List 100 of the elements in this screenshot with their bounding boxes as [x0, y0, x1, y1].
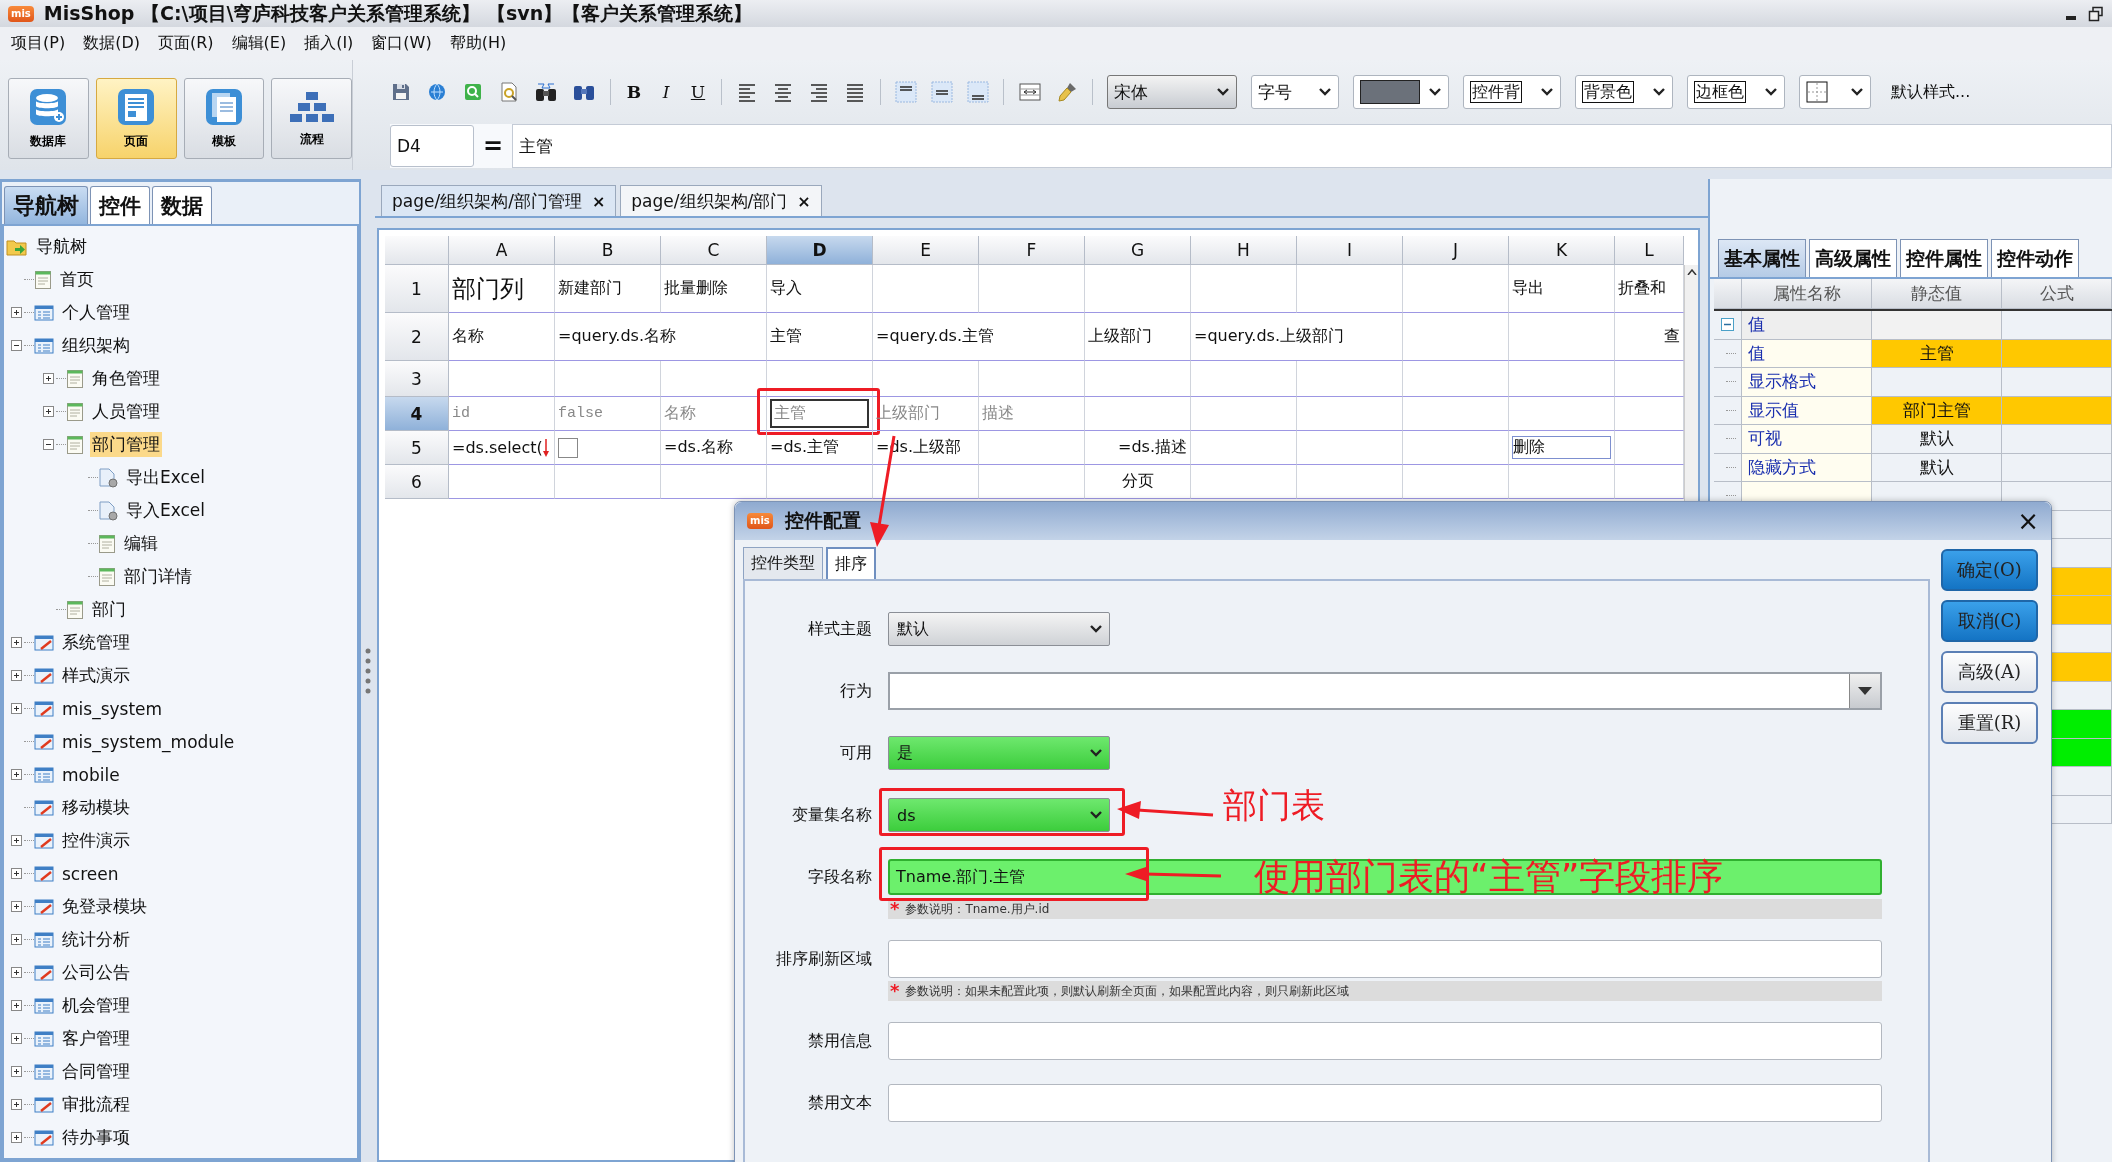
table-cell: =query.ds.名称: [555, 313, 767, 361]
property-value[interactable]: 主管: [1872, 339, 2002, 368]
tree-item[interactable]: 导航树: [34, 234, 89, 259]
tree-item[interactable]: mobile: [60, 763, 122, 786]
menu-item[interactable]: 页面(R): [148, 33, 223, 54]
close-icon[interactable]: ×: [591, 191, 606, 211]
row-header[interactable]: 5: [385, 431, 449, 465]
tree-item[interactable]: 移动模块: [60, 795, 132, 820]
format-button[interactable]: U: [689, 82, 707, 102]
formula-field[interactable]: 主管: [512, 124, 2112, 168]
cell-editor[interactable]: 主管: [770, 399, 869, 428]
panel-tab[interactable]: 数据: [152, 186, 212, 224]
tree-item[interactable]: 审批流程: [60, 1092, 132, 1117]
tree-item[interactable]: mis_system_module: [60, 730, 237, 753]
format-button[interactable]: B: [625, 82, 643, 102]
tree-item[interactable]: 免登录模块: [60, 894, 149, 919]
field-label: 样式主题: [807, 617, 872, 640]
panel-tab[interactable]: 导航树: [4, 186, 88, 224]
property-tab[interactable]: 高级属性: [1809, 239, 1897, 277]
tree-item[interactable]: 人员管理: [90, 399, 162, 424]
dropdown[interactable]: 默认: [888, 612, 1110, 646]
close-button[interactable]: ×: [2017, 506, 2039, 536]
dialog-tab[interactable]: 排序: [826, 547, 876, 579]
property-tab[interactable]: 控件属性: [1900, 239, 1988, 277]
property-group[interactable]: 值: [1742, 311, 1872, 340]
dialog-tab[interactable]: 控件类型: [743, 547, 823, 579]
column-header[interactable]: F: [979, 236, 1085, 265]
row-header[interactable]: 4: [385, 397, 449, 431]
tree-item[interactable]: screen: [60, 862, 121, 885]
format-button[interactable]: I: [657, 82, 675, 102]
property-value[interactable]: 部门主管: [1872, 396, 2002, 425]
property-value[interactable]: 默认: [1872, 425, 2002, 454]
column-header[interactable]: G: [1085, 236, 1191, 265]
tree-item[interactable]: 导入Excel: [124, 498, 208, 523]
tree-item[interactable]: 公司公告: [60, 960, 132, 985]
column-header[interactable]: L: [1615, 236, 1684, 265]
tree-item[interactable]: 部门详情: [122, 564, 194, 589]
tree-item[interactable]: 个人管理: [60, 300, 132, 325]
tree-item[interactable]: 待办事项: [60, 1125, 132, 1150]
menu-item[interactable]: 项目(P): [2, 33, 75, 54]
tree-item[interactable]: 部门管理: [90, 432, 162, 457]
property-name: 显示值: [1742, 396, 1872, 425]
tree-item[interactable]: 客户管理: [60, 1026, 132, 1051]
tree-item[interactable]: 统计分析: [60, 927, 132, 952]
tree-item[interactable]: 编辑: [122, 531, 160, 556]
column-header[interactable]: E: [873, 236, 979, 265]
tree-item[interactable]: 组织架构: [60, 333, 132, 358]
row-header[interactable]: 1: [385, 265, 449, 313]
tree-item[interactable]: 合同管理: [60, 1059, 132, 1084]
row-header[interactable]: 6: [385, 465, 449, 499]
column-header[interactable]: H: [1191, 236, 1297, 265]
tree-item[interactable]: 机会管理: [60, 993, 132, 1018]
menu-item[interactable]: 数据(D): [74, 33, 149, 54]
cell-name-field[interactable]: D4: [390, 125, 474, 167]
mode-button[interactable]: 流程: [271, 78, 352, 159]
mode-button[interactable]: 页面: [95, 78, 177, 159]
column-header[interactable]: I: [1297, 236, 1403, 265]
property-value[interactable]: 默认: [1872, 453, 2002, 482]
table-cell: 上级部门: [1085, 313, 1191, 361]
column-header[interactable]: K: [1509, 236, 1615, 265]
dialog-button[interactable]: 高级(A): [1941, 651, 2038, 693]
row-header[interactable]: 3: [385, 361, 449, 397]
dropdown[interactable]: ds: [888, 798, 1110, 832]
cell-button[interactable]: 删除: [1512, 436, 1611, 459]
panel-tab[interactable]: 控件: [90, 186, 150, 224]
tree-item[interactable]: mis_system: [60, 697, 165, 720]
menu-item[interactable]: 编辑(E): [222, 33, 296, 54]
tree-item[interactable]: 首页: [58, 267, 96, 292]
editor-tab[interactable]: page/组织架构/部门 ×: [620, 185, 822, 216]
menu-item[interactable]: 插入(I): [295, 33, 363, 54]
tree-item[interactable]: 角色管理: [90, 366, 162, 391]
color-dropdown[interactable]: 控件背: [1463, 75, 1561, 109]
dialog-button[interactable]: 确定(O): [1941, 549, 2038, 591]
font-dropdown[interactable]: 宋体: [1107, 75, 1237, 109]
dialog-button[interactable]: 取消(C): [1941, 600, 2038, 642]
column-header[interactable]: B: [555, 236, 661, 265]
color-dropdown[interactable]: 边框色: [1687, 75, 1785, 109]
dropdown[interactable]: 是: [888, 736, 1110, 770]
size-dropdown[interactable]: 字号: [1251, 75, 1339, 109]
column-header[interactable]: D: [767, 236, 873, 265]
tree-item[interactable]: 导出Excel: [124, 465, 208, 490]
property-tab[interactable]: 基本属性: [1718, 239, 1806, 277]
row-header[interactable]: 2: [385, 313, 449, 361]
column-header[interactable]: A: [449, 236, 555, 265]
column-header[interactable]: C: [661, 236, 767, 265]
property-tab[interactable]: 控件动作: [1991, 239, 2079, 277]
mode-button[interactable]: 数据库: [8, 78, 89, 159]
menu-item[interactable]: 帮助(H): [440, 33, 516, 54]
tree-item[interactable]: 部门: [90, 597, 128, 622]
dialog-button[interactable]: 重置(R): [1941, 702, 2038, 744]
tree-item[interactable]: 系统管理: [60, 630, 132, 655]
style-link[interactable]: 默认样式...: [1891, 81, 1971, 103]
mode-button[interactable]: 模板: [183, 78, 265, 159]
column-header[interactable]: J: [1403, 236, 1509, 265]
menu-item[interactable]: 窗口(W): [362, 33, 441, 54]
tree-item[interactable]: 控件演示: [60, 828, 132, 853]
color-dropdown[interactable]: 背景色: [1575, 75, 1673, 109]
editor-tab[interactable]: page/组织架构/部门管理 ×: [381, 185, 617, 216]
tree-item[interactable]: 样式演示: [60, 663, 132, 688]
close-icon[interactable]: ×: [797, 191, 811, 211]
